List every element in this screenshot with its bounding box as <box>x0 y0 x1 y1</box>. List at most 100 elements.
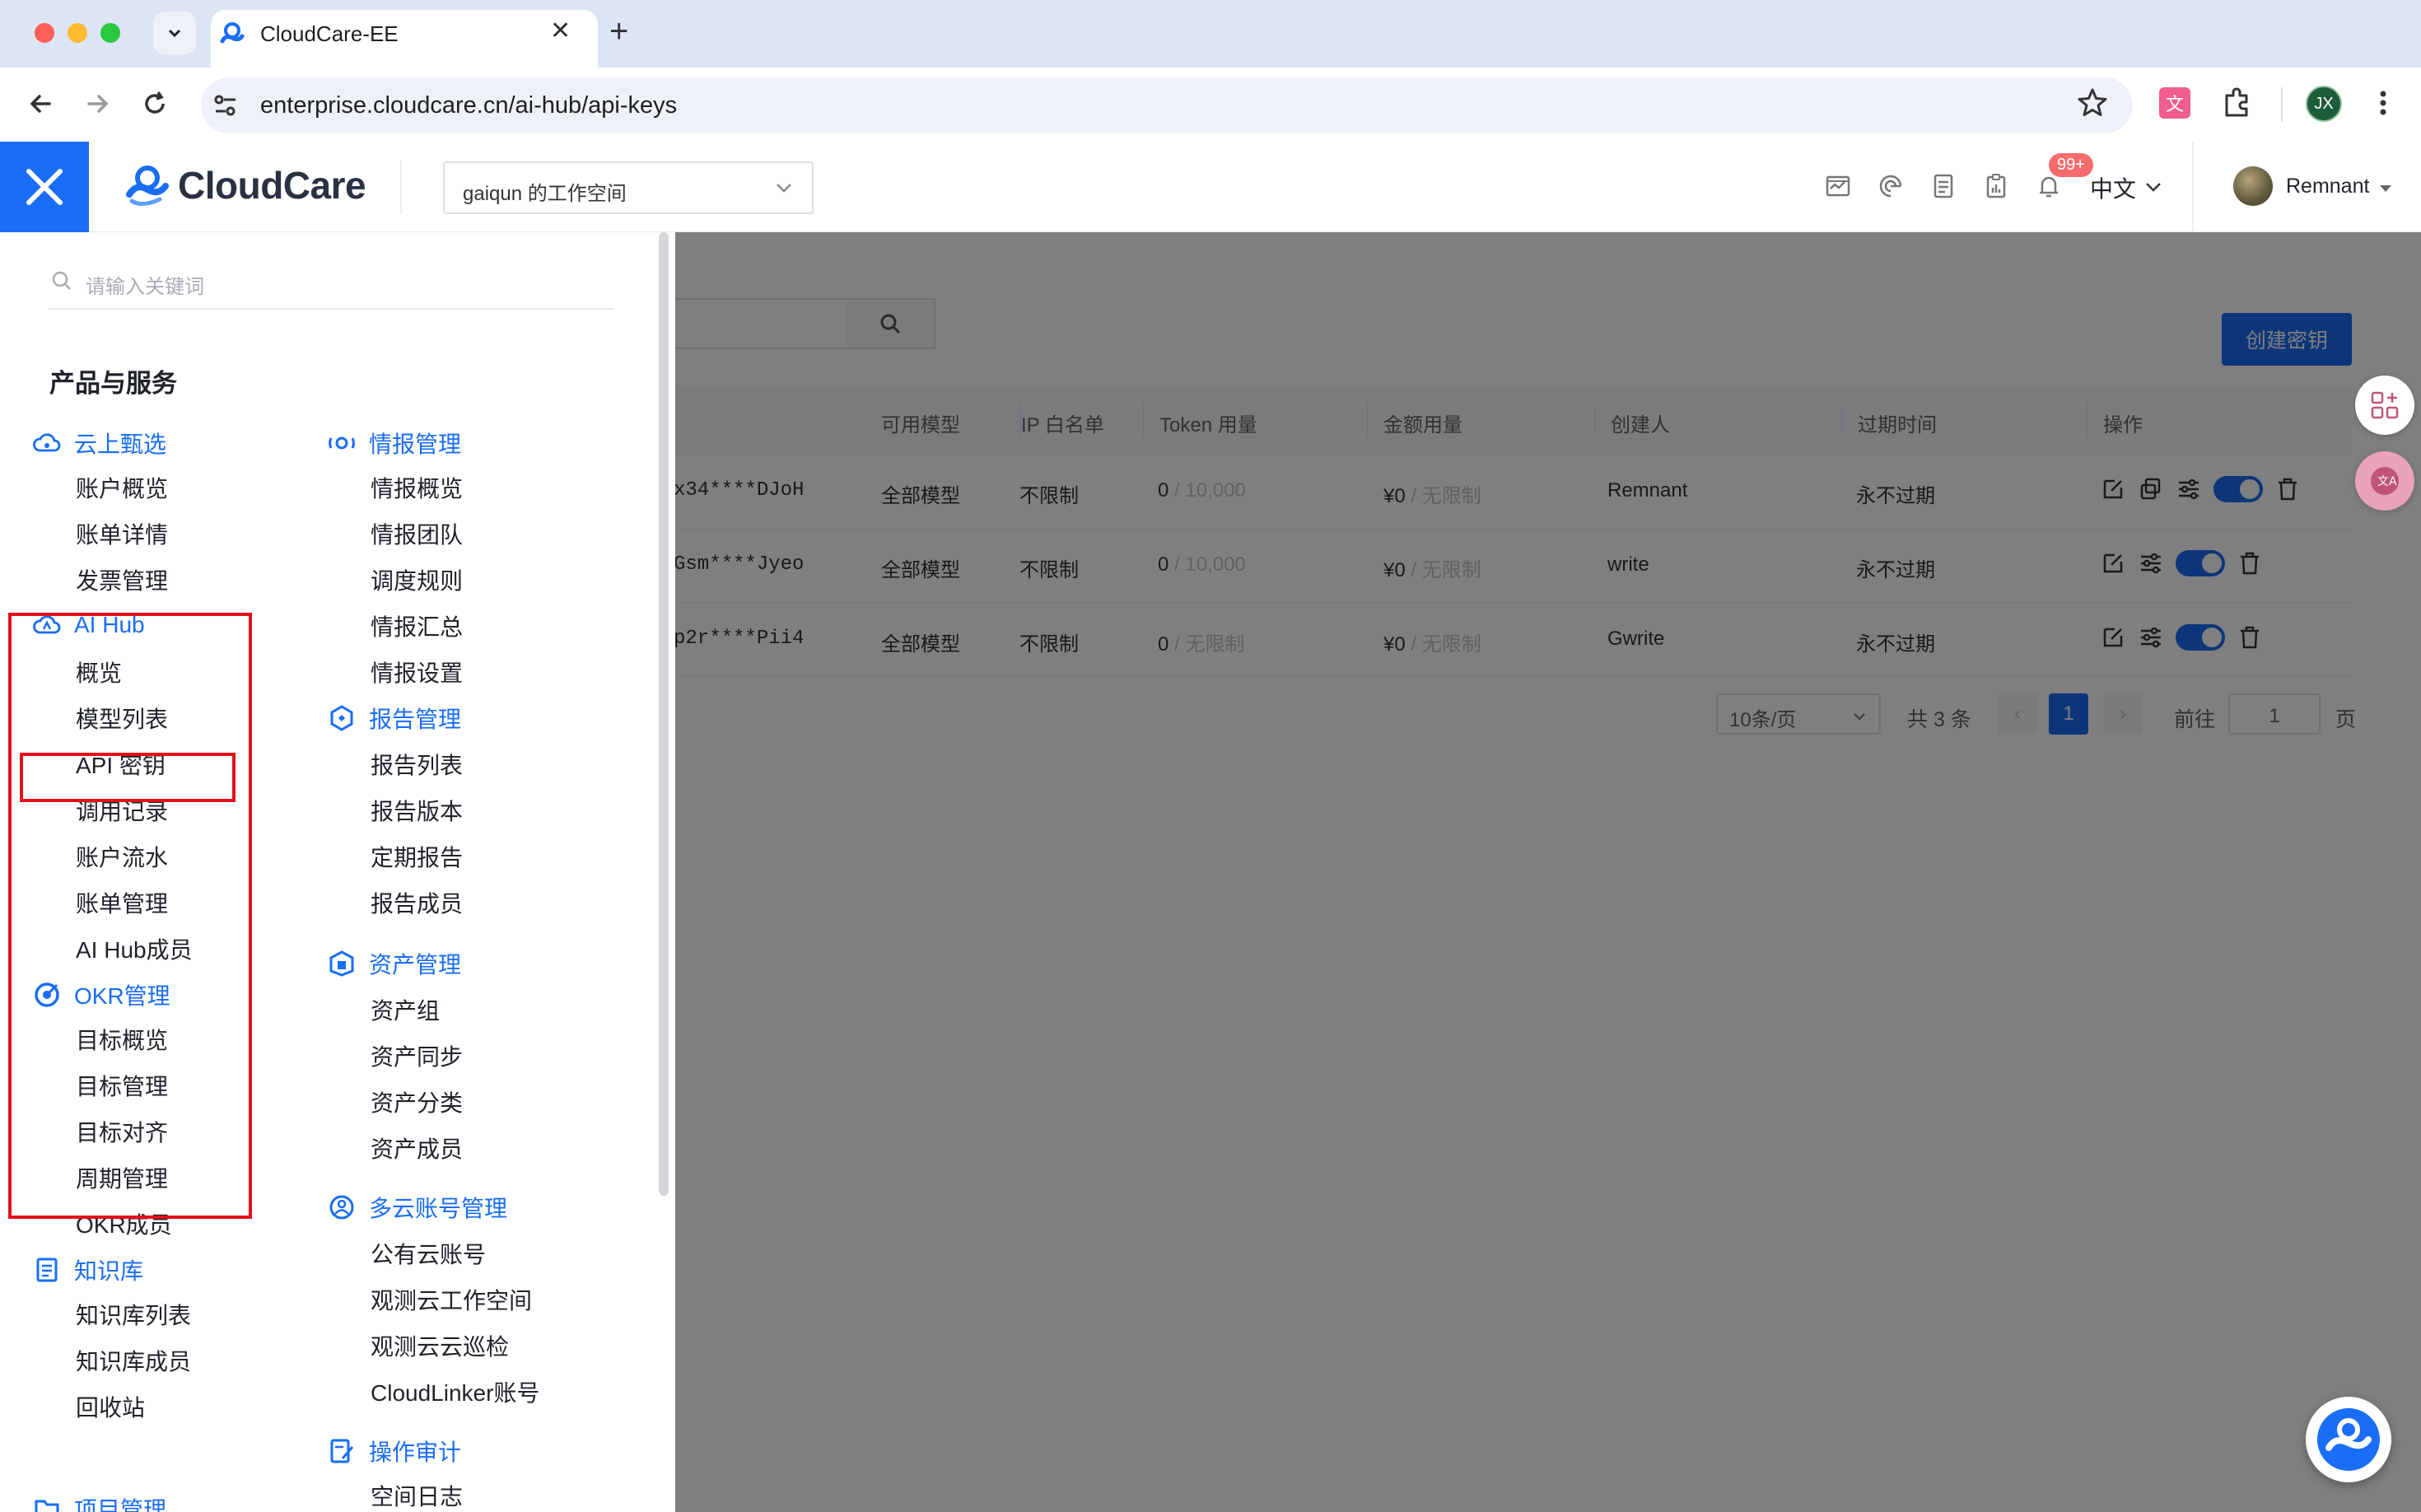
spiral-icon[interactable] <box>1878 173 1904 199</box>
menu-item-intel-summary[interactable]: 情报汇总 <box>371 609 463 642</box>
category-knowledge-base[interactable]: 知识库 <box>33 1253 143 1286</box>
new-tab-icon[interactable]: + <box>609 13 628 50</box>
cloud-sparkle-icon <box>33 429 61 457</box>
back-arrow-icon[interactable] <box>25 87 58 120</box>
category-label: 情报管理 <box>369 432 462 457</box>
category-label: 知识库 <box>74 1258 144 1284</box>
caret-down-icon <box>2380 185 2391 192</box>
toolbar-divider <box>2281 87 2283 122</box>
translate-extension-icon[interactable]: 文 <box>2159 87 2190 119</box>
category-audit[interactable]: 操作审计 <box>328 1435 461 1468</box>
window-maximize-button[interactable] <box>100 23 120 43</box>
product-menu-panel: 请输入关键词 产品与服务 云上甄选 账户概览 账单详情 发票管理 AI Hub … <box>0 232 675 1512</box>
menu-scrollbar[interactable] <box>659 232 669 1196</box>
menu-item-recycle-bin[interactable]: 回收站 <box>76 1390 145 1423</box>
menu-item-public-cloud-accounts[interactable]: 公有云账号 <box>371 1237 486 1270</box>
search-icon <box>52 271 71 290</box>
menu-search-input[interactable]: 请输入关键词 <box>48 264 614 310</box>
notification-badge: 99+ <box>2049 153 2093 177</box>
menu-item-schedule-rules[interactable]: 调度规则 <box>371 563 463 596</box>
menu-item-report-members[interactable]: 报告成员 <box>371 886 463 919</box>
api-keys-highlight-box <box>20 753 236 802</box>
forward-arrow-icon[interactable] <box>81 87 114 120</box>
category-label: 多云账号管理 <box>369 1196 508 1221</box>
menu-item-observability-workspace[interactable]: 观测云工作空间 <box>371 1283 532 1316</box>
more-menu-icon[interactable] <box>2372 86 2395 120</box>
category-cloud-selection[interactable]: 云上甄选 <box>33 427 166 460</box>
category-label: 云上甄选 <box>74 432 167 457</box>
chevron-down-icon <box>168 29 181 38</box>
browser-toolbar: enterprise.cloudcare.cn/ai-hub/api-keys … <box>0 68 2421 142</box>
audit-edit-icon <box>328 1437 356 1465</box>
menu-item-report-list[interactable]: 报告列表 <box>371 748 463 781</box>
menu-item-report-versions[interactable]: 报告版本 <box>371 794 463 827</box>
site-info-icon[interactable] <box>211 91 240 120</box>
section-title: 产品与服务 <box>49 369 177 398</box>
browser-tab-strip: CloudCare-EE ✕ + <box>0 0 2421 68</box>
monitor-chart-icon[interactable] <box>1825 173 1851 199</box>
window-close-button[interactable] <box>35 23 54 43</box>
clipboard-chart-icon[interactable] <box>1983 173 2009 199</box>
category-assets[interactable]: 资产管理 <box>328 947 461 980</box>
document-icon[interactable] <box>1930 173 1957 199</box>
menu-item-knowledge-members[interactable]: 知识库成员 <box>76 1344 191 1377</box>
extensions-puzzle-icon[interactable] <box>2220 86 2255 120</box>
header-divider <box>2192 142 2194 232</box>
menu-item-workspace-logs[interactable]: 空间日志 <box>371 1479 463 1512</box>
tab-close-icon[interactable]: ✕ <box>550 16 571 45</box>
menu-item-intel-team[interactable]: 情报团队 <box>371 517 463 550</box>
folder-icon <box>33 1495 61 1512</box>
profile-avatar[interactable]: JX <box>2306 86 2342 122</box>
user-name[interactable]: Remnant <box>2286 175 2369 198</box>
menu-item-asset-members[interactable]: 资产成员 <box>371 1132 463 1164</box>
window-minimize-button[interactable] <box>68 23 87 43</box>
category-intelligence[interactable]: 情报管理 <box>328 427 461 460</box>
brand-name: CloudCare <box>178 164 366 207</box>
menu-item-scheduled-reports[interactable]: 定期报告 <box>371 840 463 873</box>
close-menu-button[interactable] <box>0 142 89 232</box>
bookmark-star-icon[interactable] <box>2075 86 2110 120</box>
assistant-float-button[interactable] <box>2306 1397 2391 1482</box>
menu-item-knowledge-list[interactable]: 知识库列表 <box>76 1298 191 1331</box>
ai-hub-highlight-box <box>8 613 252 1219</box>
language-select[interactable]: 中文 <box>2090 171 2136 204</box>
menu-item-asset-categories[interactable]: 资产分类 <box>371 1085 463 1118</box>
menu-item-cloudlinker-accounts[interactable]: CloudLinker账号 <box>371 1375 539 1408</box>
tab-title: CloudCare-EE <box>260 21 399 46</box>
workspace-label: gaiqun 的工作空间 <box>463 183 627 205</box>
cloud-user-icon <box>328 1193 356 1221</box>
menu-item-bill-details[interactable]: 账单详情 <box>76 517 168 550</box>
apps-float-button[interactable] <box>2355 376 2414 435</box>
menu-item-asset-groups[interactable]: 资产组 <box>371 993 440 1026</box>
category-project-management[interactable]: 项目管理 <box>33 1492 166 1512</box>
category-multi-cloud[interactable]: 多云账号管理 <box>328 1191 507 1224</box>
menu-item-cloud-inspection[interactable]: 观测云云巡检 <box>371 1329 509 1362</box>
cloudcare-assistant-icon <box>2317 1408 2380 1471</box>
apps-grid-icon <box>2371 391 2399 419</box>
workspace-select[interactable]: gaiqun 的工作空间 <box>443 161 814 214</box>
reload-icon[interactable] <box>138 87 171 120</box>
menu-item-account-overview[interactable]: 账户概览 <box>76 471 168 504</box>
user-avatar[interactable] <box>2233 166 2273 206</box>
book-icon <box>33 1256 61 1284</box>
menu-search-placeholder: 请输入关键词 <box>86 276 204 298</box>
brand-logo[interactable]: CloudCare <box>124 161 366 209</box>
hexagon-report-icon <box>328 704 356 732</box>
close-icon <box>26 169 63 205</box>
translate-float-button[interactable]: 文A <box>2355 451 2414 511</box>
category-reports[interactable]: 报告管理 <box>328 702 461 735</box>
asset-box-icon <box>328 950 356 978</box>
menu-item-invoice[interactable]: 发票管理 <box>76 563 168 596</box>
category-label: 操作审计 <box>369 1440 462 1465</box>
menu-item-intel-overview[interactable]: 情报概览 <box>371 471 463 504</box>
category-label: 资产管理 <box>369 952 462 978</box>
chevron-down-icon <box>2146 183 2161 192</box>
url-text: enterprise.cloudcare.cn/ai-hub/api-keys <box>260 92 678 119</box>
menu-item-intel-settings[interactable]: 情报设置 <box>371 656 463 688</box>
header-divider <box>400 160 402 214</box>
cloudcare-logo-icon <box>126 166 169 206</box>
cloudcare-favicon-icon <box>220 22 245 44</box>
tab-search-button[interactable] <box>153 12 196 54</box>
chevron-down-icon <box>777 184 791 193</box>
menu-item-asset-sync[interactable]: 资产同步 <box>371 1039 463 1072</box>
